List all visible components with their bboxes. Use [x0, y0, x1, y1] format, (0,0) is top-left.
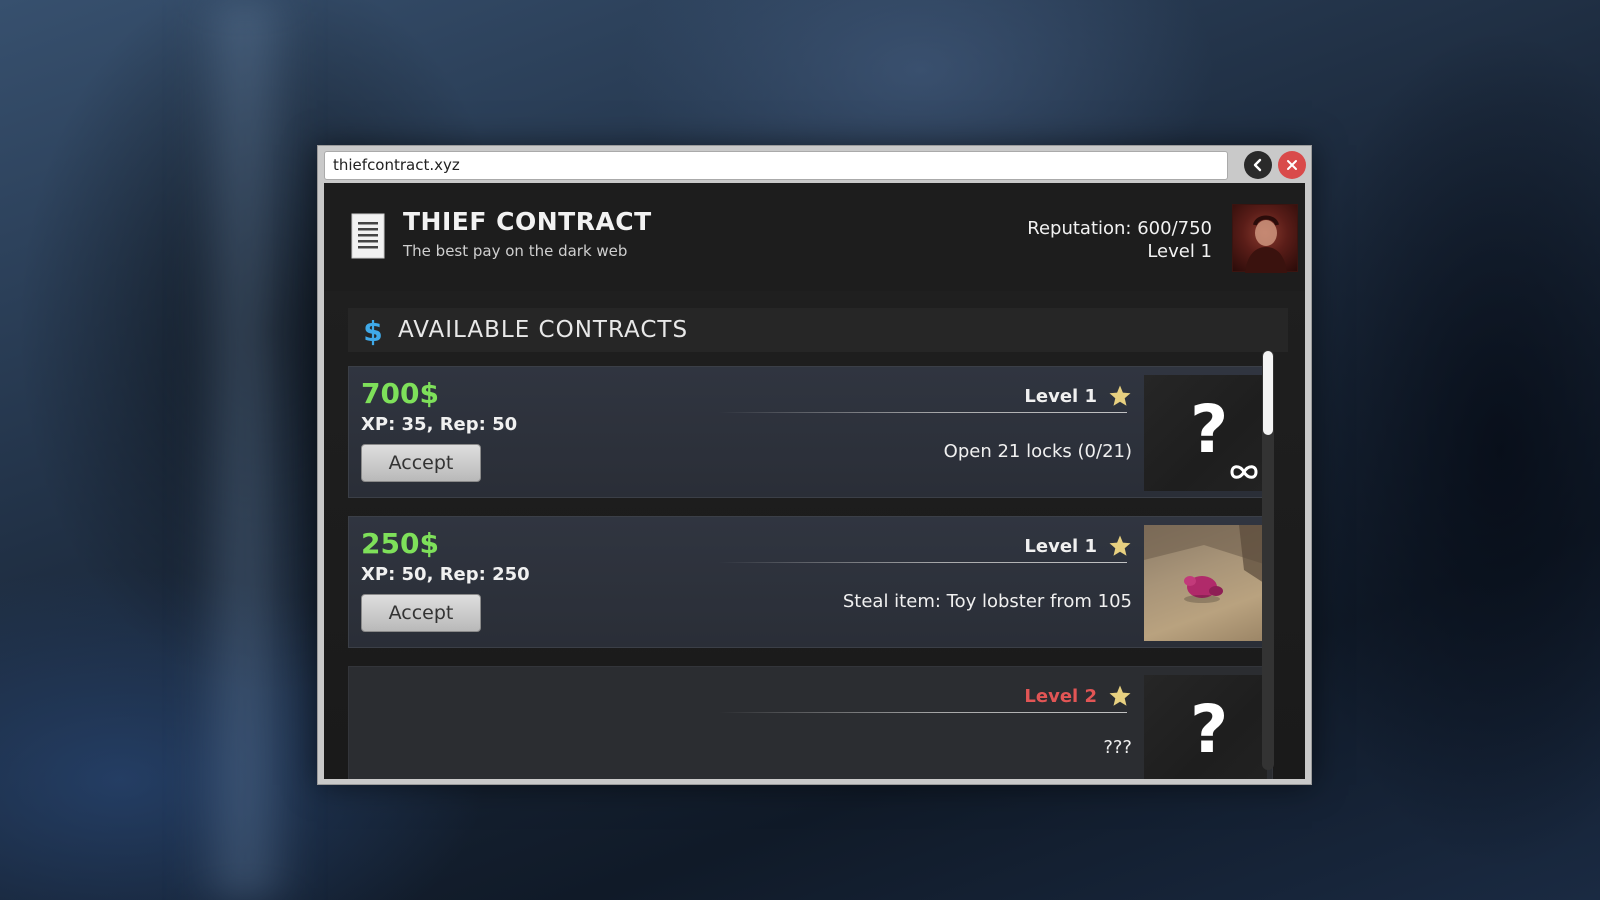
star-icon	[1109, 385, 1131, 406]
browser-window: thiefcontract.xyz THIEF CONTRACT The bes…	[317, 145, 1312, 785]
contract-price: 700$	[361, 377, 439, 410]
document-icon	[351, 213, 385, 259]
contract-rewards: XP: 35, Rep: 50	[361, 414, 518, 435]
contract-thumbnail: ?	[1144, 675, 1267, 779]
dollar-icon: $	[363, 315, 382, 347]
contract-card: 700$ XP: 35, Rep: 50 Accept Level 1 Open…	[348, 366, 1273, 498]
scrollbar[interactable]	[1262, 350, 1274, 770]
star-icon	[1109, 685, 1131, 706]
close-icon	[1287, 160, 1297, 170]
question-mark-icon: ?	[1190, 391, 1229, 468]
contract-price: 250$	[361, 527, 439, 560]
contract-thumbnail: ?	[1144, 375, 1267, 491]
accept-button[interactable]: Accept	[361, 594, 481, 632]
close-button[interactable]	[1278, 151, 1306, 179]
contract-card: 250$ XP: 50, Rep: 250 Accept Level 1 Ste…	[348, 516, 1273, 648]
scrollbar-thumb[interactable]	[1263, 351, 1273, 435]
contract-task: Open 21 locks (0/21)	[943, 441, 1132, 462]
page-content: THIEF CONTRACT The best pay on the dark …	[324, 183, 1305, 779]
infinity-icon	[1230, 465, 1258, 479]
address-bar[interactable]: thiefcontract.xyz	[324, 151, 1228, 180]
contract-thumbnail	[1144, 525, 1267, 641]
site-header: THIEF CONTRACT The best pay on the dark …	[324, 183, 1305, 291]
card-divider	[719, 712, 1127, 713]
player-stats: Reputation: 600/750 Level 1	[1027, 217, 1212, 263]
avatar	[1232, 204, 1298, 273]
toy-lobster-image	[1144, 525, 1267, 603]
reputation-text: Reputation: 600/750	[1027, 218, 1212, 239]
section-title: AVAILABLE CONTRACTS	[398, 317, 689, 343]
contract-task: ???	[1103, 737, 1132, 758]
card-divider	[719, 562, 1127, 563]
contract-level: Level 1	[1024, 386, 1097, 407]
star-icon	[1109, 535, 1131, 556]
site-subtitle: The best pay on the dark web	[403, 242, 628, 260]
chevron-left-icon	[1253, 158, 1262, 172]
background-light-streak	[190, 0, 300, 900]
question-mark-icon: ?	[1190, 691, 1229, 768]
contract-card-locked: Level 2 ??? ?	[348, 666, 1273, 779]
back-button[interactable]	[1244, 151, 1272, 179]
accept-button[interactable]: Accept	[361, 444, 481, 482]
contract-level: Level 1	[1024, 536, 1097, 557]
contract-level: Level 2	[1024, 686, 1097, 707]
contract-task: Steal item: Toy lobster from 105	[842, 591, 1132, 612]
card-divider	[719, 412, 1127, 413]
svg-text:$: $	[363, 315, 382, 347]
section-header: $ AVAILABLE CONTRACTS	[348, 308, 1288, 352]
site-title: THIEF CONTRACT	[403, 207, 652, 236]
contract-rewards: XP: 50, Rep: 250	[361, 564, 530, 585]
hooded-figure-icon	[1245, 215, 1287, 273]
player-level: Level 1	[1147, 241, 1212, 262]
